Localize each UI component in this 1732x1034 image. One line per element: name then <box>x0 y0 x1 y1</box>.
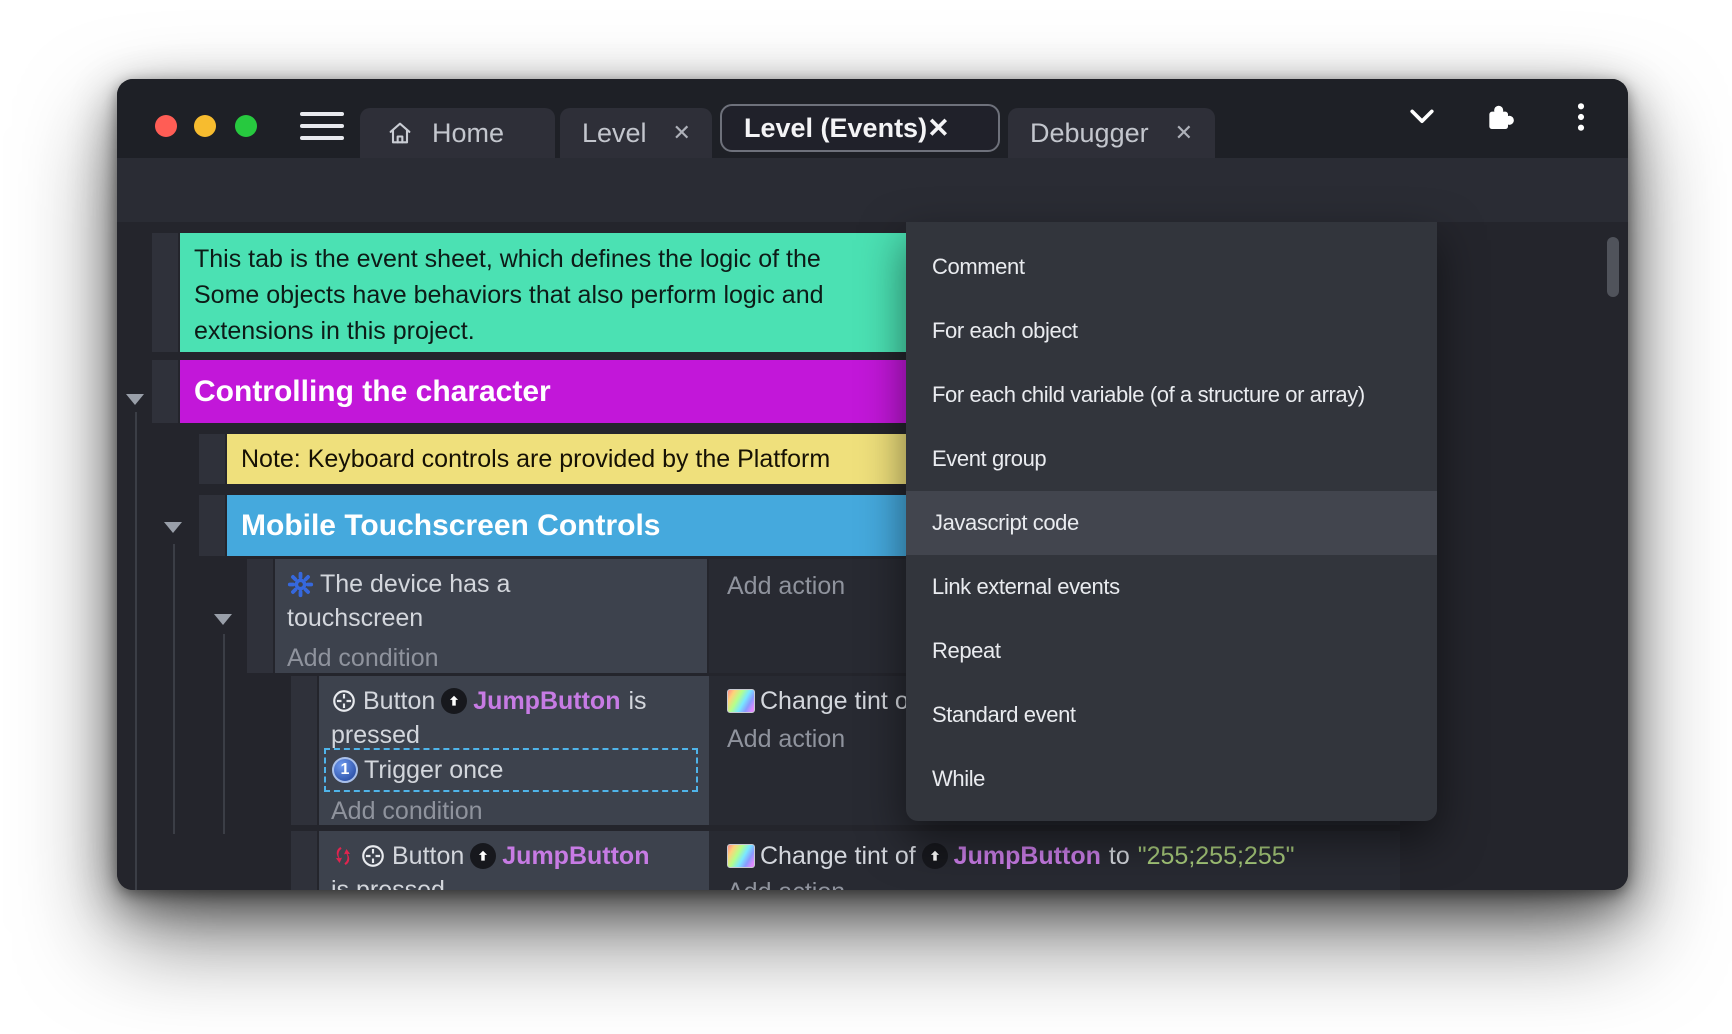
main-menu-button[interactable] <box>300 112 344 140</box>
menu-item-while[interactable]: While <box>906 747 1437 811</box>
gamepad-button-icon <box>331 688 357 714</box>
event-action-cell-jumpbutton-2[interactable]: Change tint of JumpButton to "255;255;25… <box>709 831 1400 890</box>
event-margin[interactable] <box>152 233 178 352</box>
collapse-arrow-group2[interactable] <box>164 522 182 533</box>
title-bar: Home Level ✕ Level (Events) ✕ Debugger ✕ <box>117 79 1628 158</box>
tab-label: Debugger <box>1030 118 1149 149</box>
menu-item-javascript-code[interactable]: Javascript code <box>906 491 1437 555</box>
tree-line <box>223 634 225 834</box>
event-condition-cell-jumpbutton-2[interactable]: Button JumpButton is pressed <box>319 831 709 890</box>
tab-home[interactable]: Home <box>360 108 555 158</box>
group-title: Mobile Touchscreen Controls <box>241 509 661 542</box>
condition-object: Button <box>392 842 464 871</box>
menu-item-event-group[interactable]: Event group <box>906 427 1437 491</box>
note-text: Note: Keyboard controls are provided by … <box>241 445 830 473</box>
more-options-button[interactable] <box>1573 101 1589 133</box>
event-margin[interactable] <box>291 676 317 825</box>
tree-line <box>135 412 137 890</box>
instance-name: JumpButton <box>502 842 649 871</box>
condition-text: is pressed <box>331 876 445 891</box>
tint-color-icon <box>727 689 755 713</box>
action-value: "255;255;255" <box>1138 842 1295 871</box>
group-title: Controlling the character <box>194 375 551 408</box>
menu-item-repeat[interactable]: Repeat <box>906 619 1437 683</box>
tab-label: Level <box>582 118 647 149</box>
vertical-scrollbar-thumb[interactable] <box>1607 237 1619 297</box>
event-margin[interactable] <box>291 831 317 890</box>
invert-condition-icon <box>331 843 355 869</box>
app-window: Home Level ✕ Level (Events) ✕ Debugger ✕ <box>117 79 1628 890</box>
selected-condition-trigger-once[interactable]: 1 Trigger once <box>324 748 698 792</box>
tab-level[interactable]: Level ✕ <box>560 108 712 158</box>
maximize-window-button[interactable] <box>235 115 257 137</box>
event-condition-cell-jumpbutton[interactable]: Button JumpButton is pressed 1 Trigger o… <box>319 676 709 825</box>
collapse-arrow-group1[interactable] <box>126 394 144 405</box>
event-margin[interactable] <box>247 559 273 673</box>
menu-item-standard-event[interactable]: Standard event <box>906 683 1437 747</box>
menu-item-link-external-events[interactable]: Link external events <box>906 555 1437 619</box>
condition-text: touchscreen <box>287 604 423 633</box>
menu-item-for-each-child-variable[interactable]: For each child variable (of a structure … <box>906 363 1437 427</box>
chevron-down-icon <box>1405 103 1439 131</box>
jumpbutton-object-icon <box>922 843 948 869</box>
condition-text: Trigger once <box>364 756 503 785</box>
tab-debugger[interactable]: Debugger ✕ <box>1008 108 1215 158</box>
event-margin[interactable] <box>152 360 178 423</box>
addons-button[interactable] <box>1483 101 1517 133</box>
tab-list-dropdown-button[interactable] <box>1405 103 1439 131</box>
close-tab-icon[interactable]: ✕ <box>1175 120 1193 146</box>
tint-color-icon <box>727 844 755 868</box>
toolbar: Preview Publish <box>117 158 1628 222</box>
gamepad-button-icon <box>360 843 386 869</box>
action-text: Change tint o <box>760 687 909 716</box>
tab-label: Home <box>432 118 504 149</box>
event-margin[interactable] <box>199 495 225 556</box>
add-event-context-menu: Comment For each object For each child v… <box>906 222 1437 821</box>
menu-item-comment[interactable]: Comment <box>906 235 1437 299</box>
instance-name: JumpButton <box>473 687 620 716</box>
condition-text: The device has a <box>320 570 510 599</box>
jumpbutton-object-icon <box>470 843 496 869</box>
close-tab-icon[interactable]: ✕ <box>673 120 691 146</box>
puzzle-piece-icon <box>1483 101 1517 133</box>
add-condition-link[interactable]: Add condition <box>287 641 701 675</box>
tree-line <box>173 544 175 834</box>
collapse-arrow-event[interactable] <box>214 614 232 625</box>
menu-item-for-each-object[interactable]: For each object <box>906 299 1437 363</box>
home-icon <box>386 119 414 147</box>
close-window-button[interactable] <box>155 115 177 137</box>
jumpbutton-object-icon <box>441 688 467 714</box>
close-tab-icon[interactable]: ✕ <box>927 113 950 144</box>
condition-text: is <box>628 687 646 716</box>
touch-plugin-icon <box>287 571 314 598</box>
condition-object: Button <box>363 687 435 716</box>
tab-label: Level (Events) <box>744 113 927 144</box>
minimize-window-button[interactable] <box>194 115 216 137</box>
add-condition-link[interactable]: Add condition <box>331 794 703 828</box>
tab-level-events-active[interactable]: Level (Events) ✕ <box>720 104 1000 152</box>
add-action-link[interactable]: Add action <box>727 875 1394 890</box>
action-text: Change tint of <box>760 842 916 871</box>
hamburger-icon <box>300 112 344 116</box>
event-condition-cell-touchscreen[interactable]: The device has a touchscreen Add conditi… <box>275 559 707 673</box>
action-text: to <box>1109 842 1130 871</box>
event-margin[interactable] <box>199 434 225 484</box>
condition-text: pressed <box>331 721 420 750</box>
instance-name: JumpButton <box>954 842 1101 871</box>
screenshot-canvas: Home Level ✕ Level (Events) ✕ Debugger ✕ <box>0 0 1732 1034</box>
trigger-once-icon: 1 <box>332 757 358 783</box>
kebab-menu-icon <box>1573 101 1589 133</box>
